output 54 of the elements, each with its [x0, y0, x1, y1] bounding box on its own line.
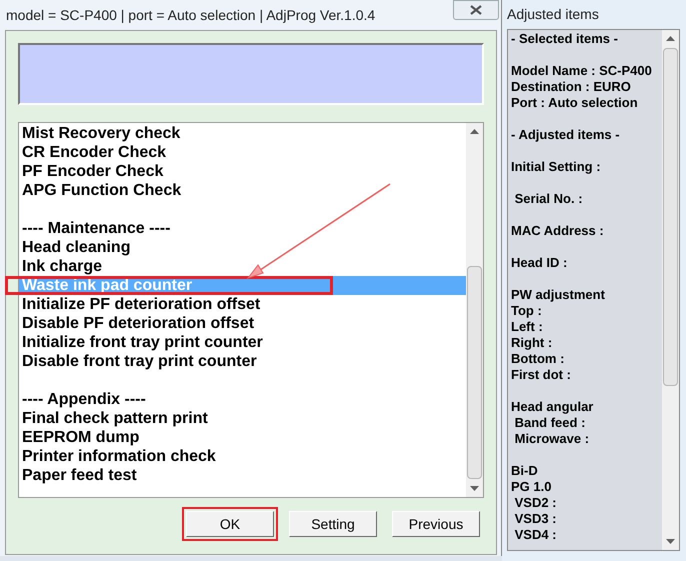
scroll-down-icon[interactable] [666, 539, 675, 544]
menu-item[interactable]: PF Encoder Check [19, 162, 466, 181]
section-heading: ---- Maintenance ---- [21, 219, 172, 238]
dialog-button[interactable]: OK [186, 511, 274, 537]
info-line: First dot : [511, 367, 572, 383]
menu-item[interactable]: APG Function Check [19, 181, 466, 200]
info-line: PG 1.0 [511, 479, 552, 495]
section-heading: ---- Appendix ---- [21, 390, 147, 409]
menu-item[interactable]: CR Encoder Check [19, 143, 466, 162]
info-line: - Adjusted items - [511, 127, 621, 143]
info-line: Left : [511, 319, 544, 335]
info-line: Destination : EURO [511, 79, 632, 95]
info-line: - Selected items - [511, 31, 619, 47]
scroll-up-icon[interactable] [666, 36, 675, 41]
menu-item[interactable]: Mist Recovery check [19, 124, 466, 143]
info-line: Port : Auto selection [511, 95, 639, 111]
info-line: Top : [511, 303, 543, 319]
scroll-up-icon[interactable] [470, 129, 479, 134]
info-line: Microwave : [514, 431, 590, 447]
menu-item[interactable]: Head cleaning [19, 238, 466, 257]
dialog-button[interactable]: Previous [392, 511, 480, 537]
info-line: Head ID : [511, 255, 568, 271]
dialog-button[interactable]: Setting [289, 511, 377, 537]
scroll-down-icon[interactable] [470, 486, 479, 491]
menu-item[interactable]: Disable front tray print counter [19, 352, 466, 371]
info-line: VSD4 : [514, 527, 558, 543]
menu-item[interactable]: Paper feed test [19, 466, 466, 485]
menu-item[interactable]: Disable PF deterioration offset [19, 314, 466, 333]
panel-title: Adjusted items [507, 5, 599, 24]
close-button[interactable] [453, 0, 499, 20]
info-line: Head angular [511, 399, 594, 415]
scrollbar-thumb[interactable] [467, 266, 482, 479]
menu-item[interactable]: Ink charge [19, 257, 466, 276]
info-line: PW adjustment [511, 287, 606, 303]
scrollbar-thumb[interactable] [663, 48, 678, 386]
info-line: Initial Setting : [511, 159, 602, 175]
info-line: MAC Address : [511, 223, 605, 239]
window-title: model = SC-P400 | port = Auto selection | AdjProg Ver.1.0.4 [6, 6, 376, 25]
info-line: VSD2 : [514, 495, 558, 511]
menu-item[interactable]: EEPROM dump [19, 428, 466, 447]
info-line: Bottom : [511, 351, 566, 367]
info-line: Model Name : SC-P400 [511, 63, 653, 79]
scrollbar[interactable] [662, 30, 679, 550]
menu-item[interactable]: Final check pattern print [19, 409, 466, 428]
menu-item[interactable]: Initialize front tray print counter [19, 333, 466, 352]
menu-item[interactable]: Printer information check [19, 447, 466, 466]
close-icon[interactable] [470, 5, 482, 15]
scrollbar[interactable] [466, 123, 483, 497]
info-line: VSD3 : [514, 511, 558, 527]
info-line: Band feed : [514, 415, 586, 431]
menu-item[interactable]: Initialize PF deterioration offset [19, 295, 466, 314]
info-line: Serial No. : [514, 191, 584, 207]
info-line: Bi-D [511, 463, 539, 479]
info-line: Right : [511, 335, 554, 351]
